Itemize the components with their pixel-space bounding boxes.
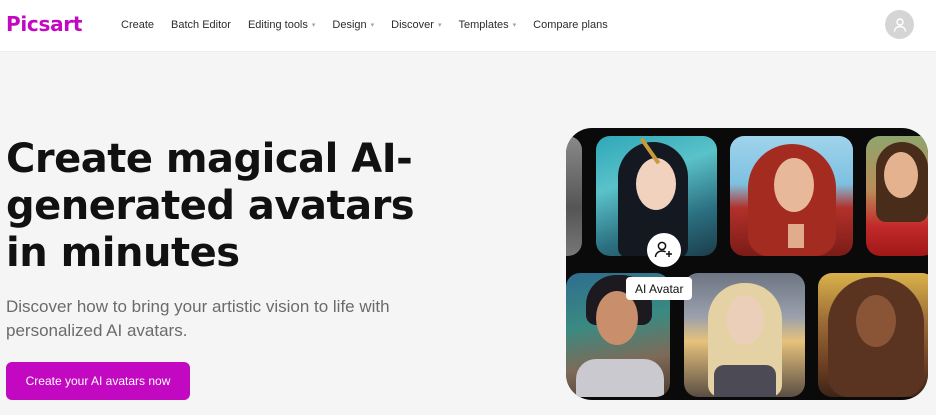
avatar-image [730, 136, 853, 256]
ai-avatar-badge [647, 233, 681, 267]
nav-item-create[interactable]: Create [121, 19, 154, 31]
main-nav: Create Batch Editor Editing tools ▾ Desi… [121, 0, 625, 50]
avatar-image [866, 136, 928, 256]
avatar-image [684, 273, 805, 397]
add-user-icon [654, 241, 672, 258]
avatar-image [566, 136, 582, 256]
top-navbar: Picsart Create Batch Editor Editing tool… [0, 0, 936, 52]
chevron-down-icon: ▾ [311, 22, 316, 29]
nav-item-editing-tools[interactable]: Editing tools ▾ [248, 19, 315, 31]
user-icon [893, 17, 906, 32]
ai-avatar-collage [566, 128, 928, 400]
nav-item-label: Templates [458, 19, 509, 31]
ai-avatar-label: AI Avatar [626, 277, 693, 300]
hero-title: Create magical AI-generated avatars in m… [6, 136, 415, 276]
nav-item-label: Design [332, 19, 367, 31]
avatar-image [818, 273, 928, 397]
nav-item-discover[interactable]: Discover ▾ [391, 19, 441, 31]
user-avatar[interactable] [885, 10, 914, 39]
nav-item-batch-editor[interactable]: Batch Editor [171, 19, 231, 31]
chevron-down-icon: ▾ [512, 22, 517, 29]
create-ai-avatars-button[interactable]: Create your AI avatars now [6, 362, 190, 400]
chevron-down-icon: ▾ [370, 22, 375, 29]
nav-item-label: Compare plans [533, 19, 608, 31]
nav-item-label: Batch Editor [171, 19, 231, 31]
nav-item-design[interactable]: Design ▾ [332, 19, 374, 31]
chevron-down-icon: ▾ [437, 22, 442, 29]
nav-item-label: Discover [391, 19, 434, 31]
hero-subtitle: Discover how to bring your artistic visi… [6, 297, 390, 340]
nav-item-label: Create [121, 19, 155, 31]
nav-item-templates[interactable]: Templates ▾ [458, 19, 516, 31]
nav-item-label: Editing tools [247, 19, 308, 31]
nav-item-compare-plans[interactable]: Compare plans [533, 19, 608, 31]
picsart-logo[interactable]: Picsart [6, 12, 82, 36]
